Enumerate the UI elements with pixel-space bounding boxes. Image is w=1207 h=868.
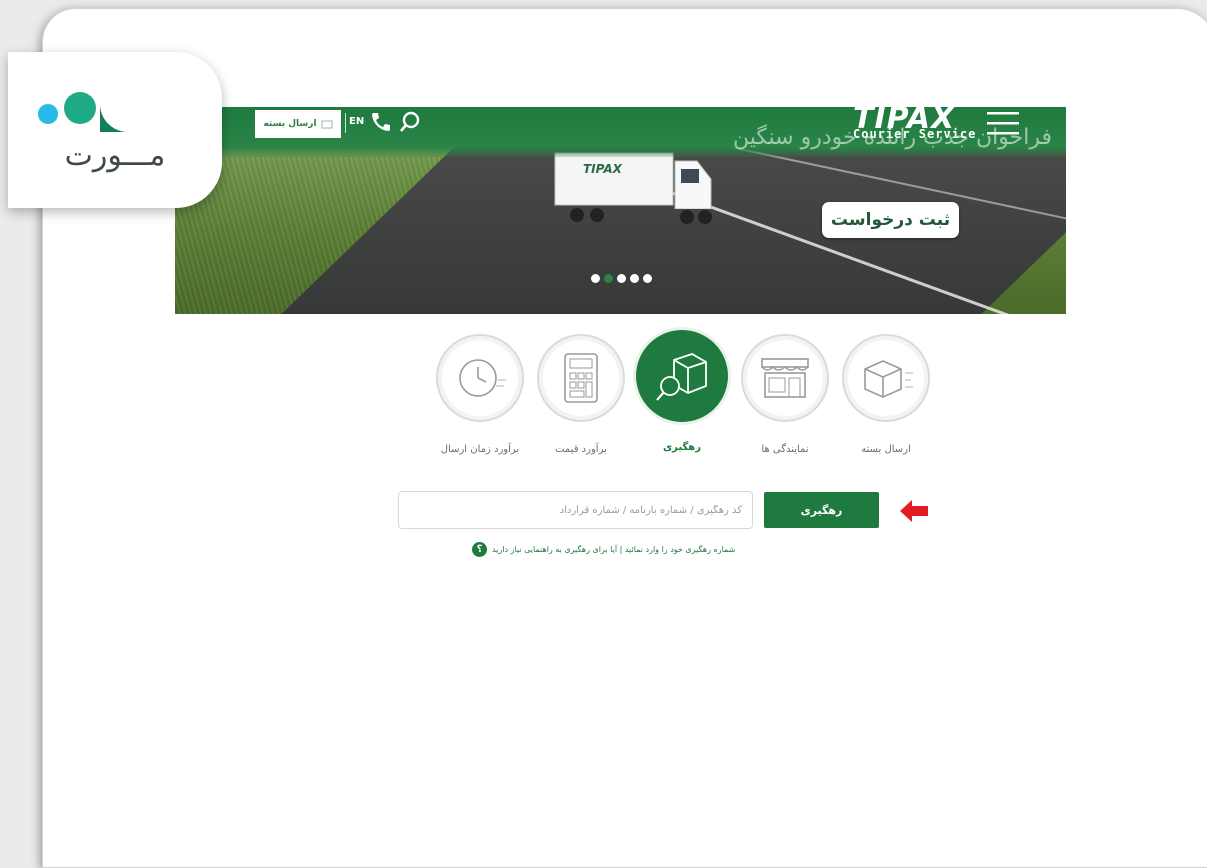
service-agencies[interactable]: نمایندگی ها [735, 334, 835, 455]
hero-banner[interactable]: TIPAX ارسال بسته EN فراخوان جذب راننده خ… [175, 107, 1066, 314]
service-label: برآورد قیمت [555, 444, 607, 455]
storefront-icon [761, 358, 809, 398]
package-search-icon [656, 353, 707, 401]
carousel-dot[interactable] [617, 274, 626, 283]
box-icon [864, 360, 913, 398]
hamburger-menu-icon[interactable] [985, 110, 1021, 136]
service-circle [436, 334, 524, 422]
service-label: ارسال بسته [861, 444, 911, 455]
service-tracking[interactable]: رهگیری [632, 330, 732, 453]
tracking-code-input[interactable] [398, 491, 753, 529]
tracking-help[interactable]: ؟ شماره رهگیری خود را وارد نمائید | آیا … [472, 540, 772, 558]
top-navigation-bar: ارسال بسته EN فراخوان جذب راننده خودرو س… [175, 107, 1066, 157]
service-circle [537, 334, 625, 422]
service-circle [741, 334, 829, 422]
service-price-estimate[interactable]: برآورد قیمت [531, 334, 631, 455]
red-arrow-left-icon [900, 500, 928, 522]
parcel-icon [321, 120, 333, 129]
send-parcel-button[interactable]: ارسال بسته [255, 110, 341, 138]
service-label: برآورد زمان ارسال [440, 444, 520, 455]
service-circle [636, 330, 728, 422]
calculator-icon [564, 353, 598, 403]
brand-tagline: Courier Service [853, 127, 977, 141]
truck-image: TIPAX [554, 152, 713, 224]
service-label: نمایندگی ها [761, 444, 809, 455]
language-switch[interactable]: EN [349, 116, 364, 127]
service-label: رهگیری [663, 442, 701, 453]
carousel-dot[interactable] [604, 274, 613, 283]
carousel-indicators [591, 274, 652, 283]
help-icon[interactable]: ؟ [472, 541, 487, 557]
service-send-parcel[interactable]: ارسال بسته [836, 334, 936, 455]
service-circle [842, 334, 930, 422]
carousel-dot[interactable] [591, 274, 600, 283]
carousel-dot[interactable] [643, 274, 652, 283]
logo-text: مـــورت [64, 138, 166, 173]
register-request-button[interactable]: ثبت درخواست [822, 202, 959, 238]
clock-icon [459, 359, 506, 397]
tracking-hint-text: شماره رهگیری خود را وارد نمائید | آیا بر… [492, 544, 736, 554]
phone-icon[interactable] [369, 110, 393, 134]
carousel-dot[interactable] [630, 274, 639, 283]
logo-circles-icon [38, 76, 156, 132]
service-delivery-time[interactable]: برآورد زمان ارسال [430, 334, 530, 455]
track-button[interactable]: رهگیری [764, 492, 879, 528]
service-shortcuts: برآورد زمان ارسال برآورد قیمت رهگیری نما… [430, 330, 940, 464]
send-parcel-label: ارسال بسته [263, 119, 317, 129]
watermark-logo: مـــورت [8, 52, 222, 208]
truck-brand-text: TIPAX [583, 162, 623, 176]
search-icon[interactable] [398, 110, 422, 134]
divider [345, 113, 346, 133]
